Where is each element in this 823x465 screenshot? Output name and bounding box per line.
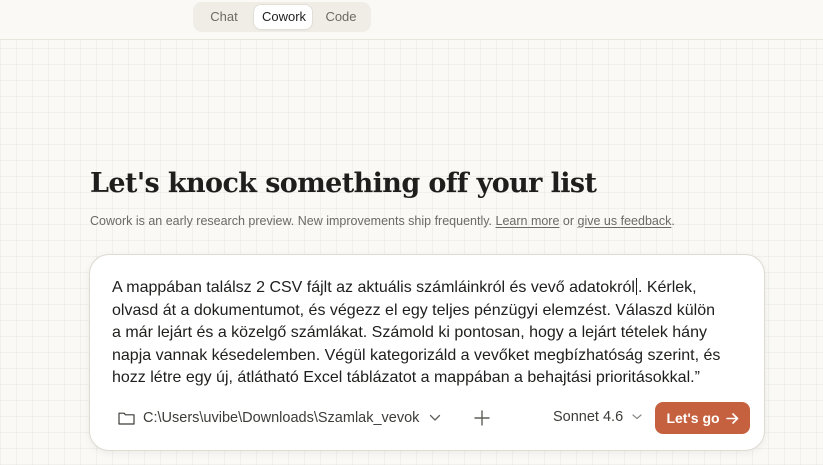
prompt-input[interactable]: A mappában találsz 2 CSV fájlt az aktuál… xyxy=(112,277,752,390)
tab-chat[interactable]: Chat xyxy=(196,5,252,29)
page-title: Let's knock something off your list xyxy=(90,168,597,199)
plus-icon[interactable] xyxy=(473,409,491,427)
folder-path: C:\Users\uvibe\Downloads\Szamlak_vevok xyxy=(143,410,420,426)
prompt-composer: A mappában találsz 2 CSV fájlt az aktuál… xyxy=(89,254,765,451)
chevron-down-icon xyxy=(430,414,441,421)
preview-notice-text: Cowork is an early research preview. New… xyxy=(90,214,493,228)
period-text: . xyxy=(671,214,675,228)
prompt-line-1a: A mappában találsz 2 CSV fájlt az aktuál… xyxy=(112,279,635,296)
or-text: or xyxy=(562,214,575,228)
prompt-line-3: a már lejárt és a közelgő számlákat. Szá… xyxy=(112,324,707,341)
chevron-down-icon xyxy=(632,414,642,420)
folder-selector[interactable]: C:\Users\uvibe\Downloads\Szamlak_vevok xyxy=(118,408,441,428)
submit-label: Let's go xyxy=(666,410,720,426)
tab-code[interactable]: Code xyxy=(314,5,368,29)
learn-more-link[interactable]: Learn more xyxy=(496,214,560,228)
submit-button[interactable]: Let's go xyxy=(655,402,750,434)
model-name: Sonnet 4.6 xyxy=(553,409,624,425)
prompt-line-2: olvasd át a dokumentumot, és végezz el e… xyxy=(112,301,715,319)
arrow-right-icon xyxy=(725,412,738,424)
prompt-line-1b: . Kérlek, xyxy=(637,279,697,296)
feedback-link[interactable]: give us feedback xyxy=(578,214,672,228)
mode-switch: Chat Cowork Code xyxy=(193,2,371,32)
text-caret xyxy=(635,278,637,295)
prompt-line-5: hozz létre egy új, átlátható Excel táblá… xyxy=(112,369,700,386)
model-selector[interactable]: Sonnet 4.6 xyxy=(553,409,643,425)
top-bar: Chat Cowork Code xyxy=(0,0,823,40)
tab-cowork[interactable]: Cowork xyxy=(253,5,312,29)
prompt-line-4: napja vannak késedelemben. Végül kategor… xyxy=(112,346,721,364)
folder-icon xyxy=(118,412,135,425)
preview-notice: Cowork is an early research preview. New… xyxy=(90,214,675,228)
prompt-line: A mappában találsz 2 CSV fájlt az aktuál… xyxy=(112,277,752,300)
